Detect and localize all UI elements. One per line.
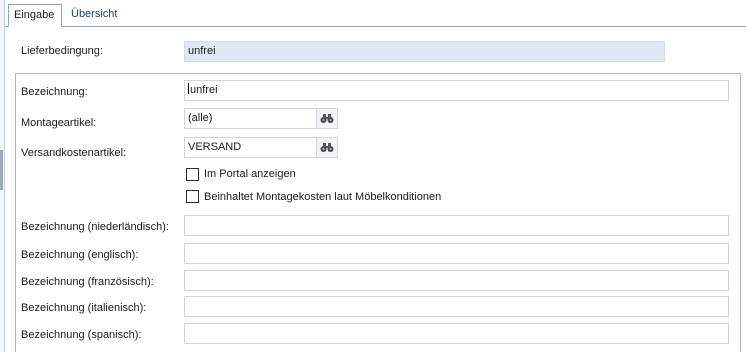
montagekosten-checkbox[interactable] [186,190,199,203]
im-portal-anzeigen-checkbox[interactable] [186,168,199,181]
lieferbedingung-field: unfrei [184,41,665,62]
binoculars-icon [320,114,334,123]
bezeichnung-nl-label: Bezeichnung (niederländisch): [21,221,169,233]
montageartikel-label: Montageartikel: [21,117,97,129]
montagekosten-label[interactable]: Beinhaltet Montagekosten laut Möbelkondi… [204,191,441,203]
bezeichnung-value: unfrei [190,84,218,96]
bezeichnung-en-label: Bezeichnung (englisch): [21,249,139,261]
tab-eingabe[interactable]: Eingabe [8,4,62,27]
versandkosten-input[interactable]: VERSAND [184,137,316,158]
bezeichnung-it-label: Bezeichnung (italienisch): [21,302,147,314]
text-cursor [188,83,189,94]
bezeichnung-label: Bezeichnung: [21,86,88,98]
bezeichnung-en-input[interactable] [184,243,729,264]
binoculars-icon [320,143,334,152]
lieferbedingung-label: Lieferbedingung: [21,45,103,57]
tab-bar: Eingabe Übersicht [5,0,746,27]
splitter-grip[interactable] [0,150,3,190]
bezeichnung-it-input[interactable] [184,296,729,317]
bezeichnung-fr-label: Bezeichnung (französisch): [21,276,154,288]
im-portal-anzeigen-label[interactable]: Im Portal anzeigen [204,168,296,180]
left-splitter[interactable] [0,0,5,352]
tab-uebersicht[interactable]: Übersicht [66,4,122,27]
bezeichnung-nl-input[interactable] [184,215,729,236]
bezeichnung-es-input[interactable] [184,323,729,344]
montageartikel-lookup-button[interactable] [316,108,338,129]
bezeichnung-es-label: Bezeichnung (spanisch): [21,329,142,341]
versandkosten-lookup-button[interactable] [316,137,338,158]
bezeichnung-input[interactable]: unfrei [184,80,729,101]
montageartikel-input[interactable]: (alle) [184,108,316,129]
bezeichnung-fr-input[interactable] [184,270,729,291]
versandkosten-label: Versandkostenartikel: [21,147,127,159]
